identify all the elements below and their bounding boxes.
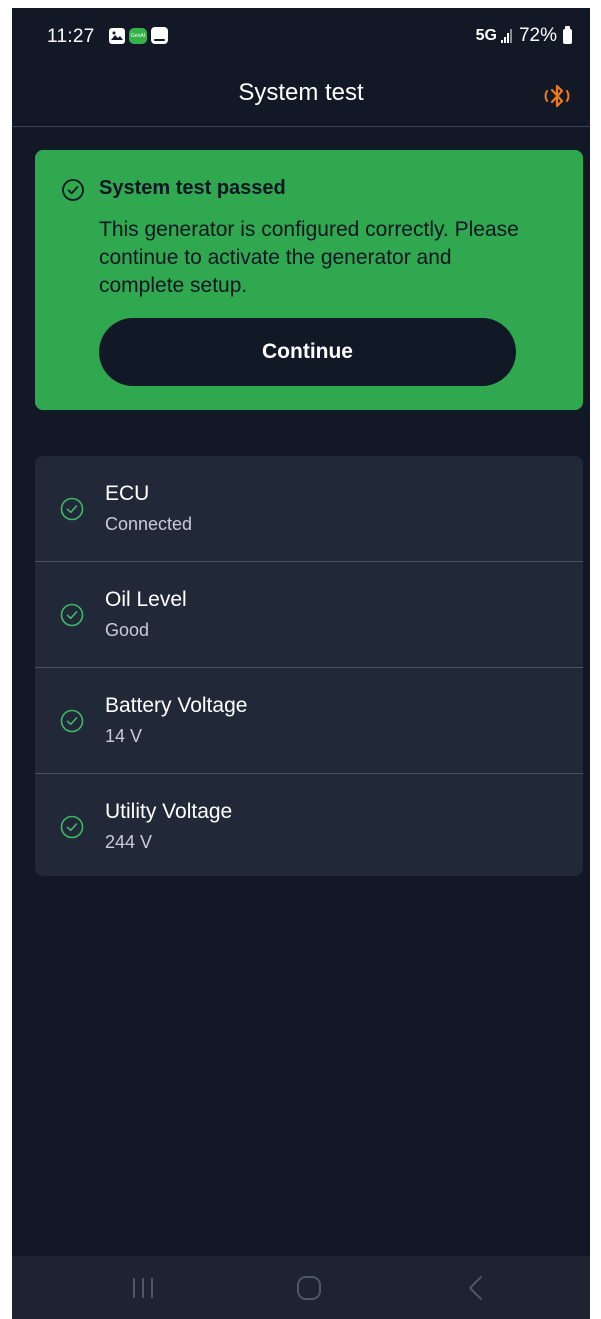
recent-apps-button[interactable] [130,1274,156,1307]
check-value: Connected [105,514,193,534]
phone-screen: 11:27 GenAI 5G 72% System test System te… [12,8,590,1319]
check-row-utility-voltage: Utility Voltage 244 V [35,774,583,876]
gallery-notification-icon [109,27,125,44]
check-value: 14 V [105,726,143,746]
message-notification-icon [151,27,168,44]
home-icon [297,1276,321,1300]
status-bar: 11:27 GenAI 5G 72% [12,8,590,64]
signal-icon [500,29,512,43]
status-indicators: 5G 72% [476,25,572,47]
result-message: This generator is configured correctly. … [99,218,519,297]
result-title: System test passed [99,177,286,199]
check-circle-icon [60,603,84,627]
check-row-ecu: ECU Connected [35,456,583,562]
check-label: ECU [105,482,150,505]
check-row-oil-level: Oil Level Good [35,562,583,668]
check-row-battery-voltage: Battery Voltage 14 V [35,668,583,774]
test-result-banner: System test passed This generator is con… [35,150,583,410]
continue-button[interactable]: Continue [99,318,516,386]
check-label: Battery Voltage [105,694,248,717]
page-title: System test [238,79,364,106]
recent-apps-icon [133,1278,153,1298]
app-header: System test [12,64,590,127]
back-button[interactable] [464,1274,488,1307]
bluetooth-icon [544,84,570,108]
battery-icon [563,25,572,44]
check-circle-icon [60,709,84,733]
check-value: 244 V [105,832,153,852]
system-nav-bar [12,1256,590,1319]
battery-percent: 72% [518,25,557,46]
notification-icons: GenAI [109,27,168,44]
home-button[interactable] [295,1274,323,1307]
check-label: Oil Level [105,588,187,611]
check-circle-icon [60,815,84,839]
check-circle-icon [62,179,84,201]
status-time: 11:27 [47,26,95,47]
bluetooth-button[interactable] [542,82,572,110]
network-type: 5G [475,27,497,44]
check-value: Good [105,620,150,640]
check-label: Utility Voltage [105,800,233,823]
back-icon [469,1276,482,1300]
system-checks-list: ECU Connected Oil Level Good Battery Vol… [35,456,583,876]
app-notification-icon: GenAI [129,27,147,44]
check-circle-icon [60,497,84,521]
